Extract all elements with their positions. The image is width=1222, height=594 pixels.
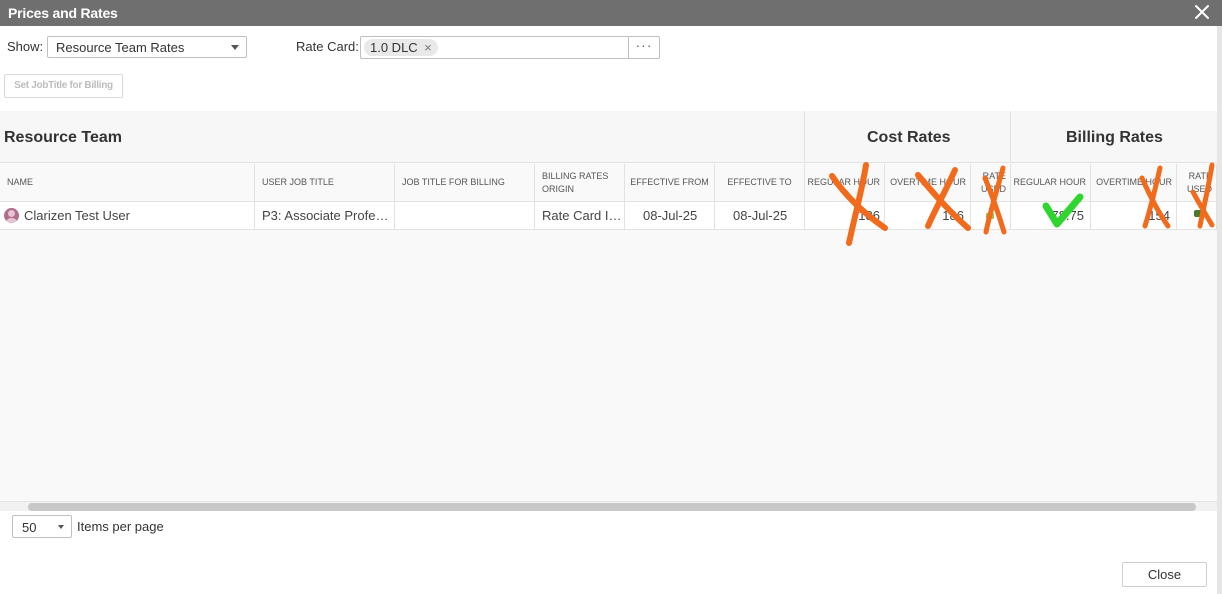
group-header-resource-team: Resource Team: [0, 111, 805, 163]
cell-effective-to: 08-Jul-25: [715, 202, 805, 230]
cost-regular-hour-value: 186: [858, 208, 880, 223]
col-header-effective-to-label: EFFECTIVE TO: [727, 177, 792, 187]
show-dropdown[interactable]: Resource Team Rates: [47, 36, 247, 58]
effective-from-value: 08-Jul-25: [643, 208, 698, 223]
col-header-cost-overtime-hour[interactable]: OVERTIME HOUR: [885, 164, 971, 202]
resource-team-title: Resource Team: [4, 129, 122, 146]
chevron-down-icon: [58, 525, 64, 529]
col-header-billing-rate-used[interactable]: RATE USED: [1177, 164, 1217, 202]
cell-billing-rate-used: [1177, 202, 1217, 230]
col-header-billing-regular-hour[interactable]: REGULAR HOUR: [1011, 164, 1091, 202]
more-options-button[interactable]: ···: [628, 37, 659, 58]
col-header-name-label: NAME: [7, 177, 34, 187]
group-header-cost-rates: Cost Rates: [805, 111, 1011, 163]
col-header-effective-from-label: EFFECTIVE FROM: [630, 177, 709, 187]
col-header-billing-regular-hour-label: REGULAR HOUR: [1013, 177, 1086, 187]
col-header-job-title-for-billing-label: JOB TITLE FOR BILLING: [402, 177, 505, 187]
group-divider: [804, 111, 805, 163]
col-header-cost-overtime-hour-label: OVERTIME HOUR: [890, 177, 966, 187]
horizontal-scrollbar[interactable]: [0, 501, 1217, 511]
cell-user-job-title: P3: Associate Profe…: [255, 202, 395, 230]
scrollbar-thumb[interactable]: [28, 503, 1196, 511]
billing-overtime-hour-value: 154: [1148, 208, 1170, 223]
cell-effective-from: 08-Jul-25: [625, 202, 715, 230]
rate-card-chip: 1.0 DLC ×: [364, 39, 438, 56]
rate-used-icon: [1194, 210, 1204, 217]
col-header-name[interactable]: NAME: [0, 164, 255, 202]
user-name: Clarizen Test User: [24, 208, 130, 223]
cell-billing-overtime-hour: 154: [1091, 202, 1177, 230]
col-header-billing-rate-used-label: RATE USED: [1186, 170, 1212, 194]
billing-regular-hour-value: 78.75: [1051, 208, 1084, 223]
page-size-value: 50: [22, 520, 37, 535]
chevron-down-icon: [231, 45, 239, 50]
cell-name: Clarizen Test User: [0, 202, 255, 230]
set-job-title-for-billing-button[interactable]: Set JobTitle for Billing: [4, 74, 123, 98]
col-header-billing-overtime-hour-label: OVERTIME HOUR: [1096, 177, 1172, 187]
cell-cost-rate-used: [971, 202, 1011, 230]
close-button[interactable]: Close: [1122, 562, 1207, 587]
col-header-cost-rate-used[interactable]: RATE USED: [971, 164, 1011, 202]
user-job-title-value: P3: Associate Profe…: [262, 208, 389, 223]
col-header-user-job-title[interactable]: USER JOB TITLE: [255, 164, 395, 202]
prices-and-rates-dialog: Prices and Rates Show: Resource Team Rat…: [0, 0, 1222, 594]
col-header-cost-rate-used-label: RATE USED: [980, 170, 1006, 194]
col-header-user-job-title-label: USER JOB TITLE: [262, 177, 334, 187]
vertical-scrollbar[interactable]: [1217, 26, 1222, 594]
rate-used-icon: [986, 213, 994, 219]
col-header-job-title-for-billing[interactable]: JOB TITLE FOR BILLING: [395, 164, 535, 202]
cost-overtime-hour-value: 186: [942, 208, 964, 223]
col-header-billing-rates-origin[interactable]: BILLING RATES ORIGIN: [535, 164, 625, 202]
col-header-effective-from[interactable]: EFFECTIVE FROM: [625, 164, 715, 202]
cost-rates-title: Cost Rates: [867, 129, 951, 146]
dialog-title: Prices and Rates: [8, 5, 118, 21]
col-header-cost-regular-hour[interactable]: REGULAR HOUR: [805, 164, 885, 202]
group-header-billing-rates: Billing Rates: [1011, 111, 1217, 163]
show-label: Show:: [7, 39, 44, 54]
cell-job-title-for-billing[interactable]: [395, 202, 535, 230]
cell-billing-regular-hour: 78.75: [1011, 202, 1091, 230]
cell-cost-overtime-hour: 186: [885, 202, 971, 230]
billing-rates-origin-value: Rate Card I…: [542, 208, 622, 223]
col-header-effective-to[interactable]: EFFECTIVE TO: [715, 164, 805, 202]
page-size-dropdown[interactable]: 50: [12, 515, 72, 538]
dialog-titlebar: Prices and Rates: [0, 0, 1222, 26]
effective-to-value: 08-Jul-25: [733, 208, 788, 223]
remove-chip-icon[interactable]: ×: [424, 39, 432, 56]
group-divider: [1010, 111, 1011, 163]
rate-card-picker[interactable]: 1.0 DLC × ···: [360, 36, 660, 59]
rates-grid: Resource Team Cost Rates Billing Rates N…: [0, 111, 1217, 501]
col-header-cost-regular-hour-label: REGULAR HOUR: [807, 177, 880, 187]
cell-billing-rates-origin: Rate Card I…: [535, 202, 625, 230]
close-icon[interactable]: [1192, 2, 1212, 22]
show-dropdown-value: Resource Team Rates: [56, 40, 185, 55]
rate-card-chip-label: 1.0 DLC: [370, 40, 418, 55]
cell-cost-regular-hour: 186: [805, 202, 885, 230]
col-header-billing-overtime-hour[interactable]: OVERTIME HOUR: [1091, 164, 1177, 202]
avatar: [4, 208, 19, 223]
col-header-billing-rates-origin-label: BILLING RATES ORIGIN: [542, 170, 609, 194]
billing-rates-title: Billing Rates: [1066, 129, 1163, 146]
rate-card-label: Rate Card:: [296, 39, 359, 54]
items-per-page-label: Items per page: [77, 519, 164, 534]
